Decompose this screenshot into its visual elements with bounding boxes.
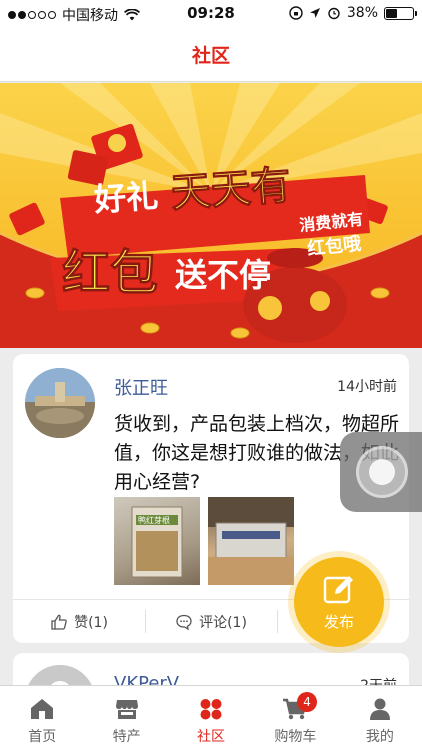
default-avatar-icon bbox=[51, 681, 69, 685]
post-card[interactable]: VKPerV 2天前 bbox=[13, 653, 409, 685]
page-title: 社区 bbox=[191, 45, 230, 67]
banner-text-4: 送不停 bbox=[175, 256, 271, 294]
status-bar: 中国移动 09:28 38% bbox=[0, 0, 422, 28]
post-time: 2天前 bbox=[360, 675, 397, 685]
like-button[interactable]: 赞(1) bbox=[13, 600, 145, 643]
cart-badge: 4 bbox=[297, 692, 318, 712]
comment-icon bbox=[176, 614, 192, 630]
avatar-photo bbox=[25, 368, 95, 438]
tab-label: 购物车 bbox=[274, 729, 317, 745]
home-icon bbox=[31, 699, 54, 719]
assistive-ring-icon bbox=[356, 446, 408, 498]
avatar[interactable] bbox=[25, 368, 95, 438]
location-icon bbox=[309, 8, 320, 18]
post-image-art: 鸭红芽根 bbox=[131, 506, 183, 578]
alarm-icon bbox=[328, 7, 340, 20]
banner-text-1: 好礼 bbox=[92, 177, 160, 219]
edit-icon bbox=[323, 575, 353, 603]
tab-specialty[interactable]: 特产 bbox=[84, 686, 168, 750]
status-right: 38% bbox=[289, 5, 417, 21]
battery-icon bbox=[384, 6, 417, 20]
tab-community[interactable]: 社区 bbox=[169, 686, 253, 750]
battery-level bbox=[386, 8, 397, 18]
bottom-tab-bar: 首页 特产 社区 4 购物车 我的 bbox=[0, 685, 422, 750]
post-image[interactable]: 鸭红芽根 bbox=[114, 497, 200, 585]
banner-art: 好礼 天天有 红包 送不停 消费就有 红包哦 bbox=[0, 83, 422, 348]
publish-label: 发布 bbox=[323, 612, 354, 631]
tab-label: 特产 bbox=[112, 729, 141, 745]
comment-count: 评论(1) bbox=[199, 614, 247, 631]
like-count: 赞(1) bbox=[74, 614, 108, 631]
comment-button[interactable]: 评论(1) bbox=[145, 600, 277, 643]
post-image-art bbox=[208, 497, 294, 585]
tab-cart[interactable]: 4 购物车 bbox=[253, 686, 337, 750]
tab-label: 社区 bbox=[197, 729, 226, 745]
post-image[interactable] bbox=[208, 497, 294, 585]
community-icon bbox=[200, 699, 222, 720]
shop-icon bbox=[115, 700, 138, 719]
user-icon bbox=[369, 698, 390, 720]
post-image-label: 鸭红芽根 bbox=[138, 515, 170, 525]
publish-button[interactable]: 发布 bbox=[294, 557, 384, 647]
tab-home[interactable]: 首页 bbox=[0, 686, 84, 750]
author-name[interactable]: VKPerV bbox=[114, 673, 179, 685]
assistive-touch-button[interactable] bbox=[340, 432, 422, 512]
avatar[interactable] bbox=[25, 665, 95, 685]
banner-text-3: 红包 bbox=[62, 245, 158, 301]
thumbs-up-icon bbox=[51, 614, 67, 630]
tab-profile[interactable]: 我的 bbox=[338, 686, 422, 750]
tab-label: 首页 bbox=[28, 729, 57, 745]
tab-label: 我的 bbox=[365, 729, 394, 745]
banner-text-2: 天天有 bbox=[169, 163, 292, 217]
battery-percent: 38% bbox=[346, 5, 378, 21]
author-name[interactable]: 张正旺 bbox=[114, 374, 168, 400]
nav-bar: 社区 bbox=[0, 28, 422, 82]
assistive-dot-icon bbox=[369, 459, 395, 485]
promo-banner[interactable]: 好礼 天天有 红包 送不停 消费就有 红包哦 bbox=[0, 83, 422, 348]
rotation-lock-icon bbox=[289, 6, 303, 20]
post-time: 14小时前 bbox=[337, 379, 397, 395]
